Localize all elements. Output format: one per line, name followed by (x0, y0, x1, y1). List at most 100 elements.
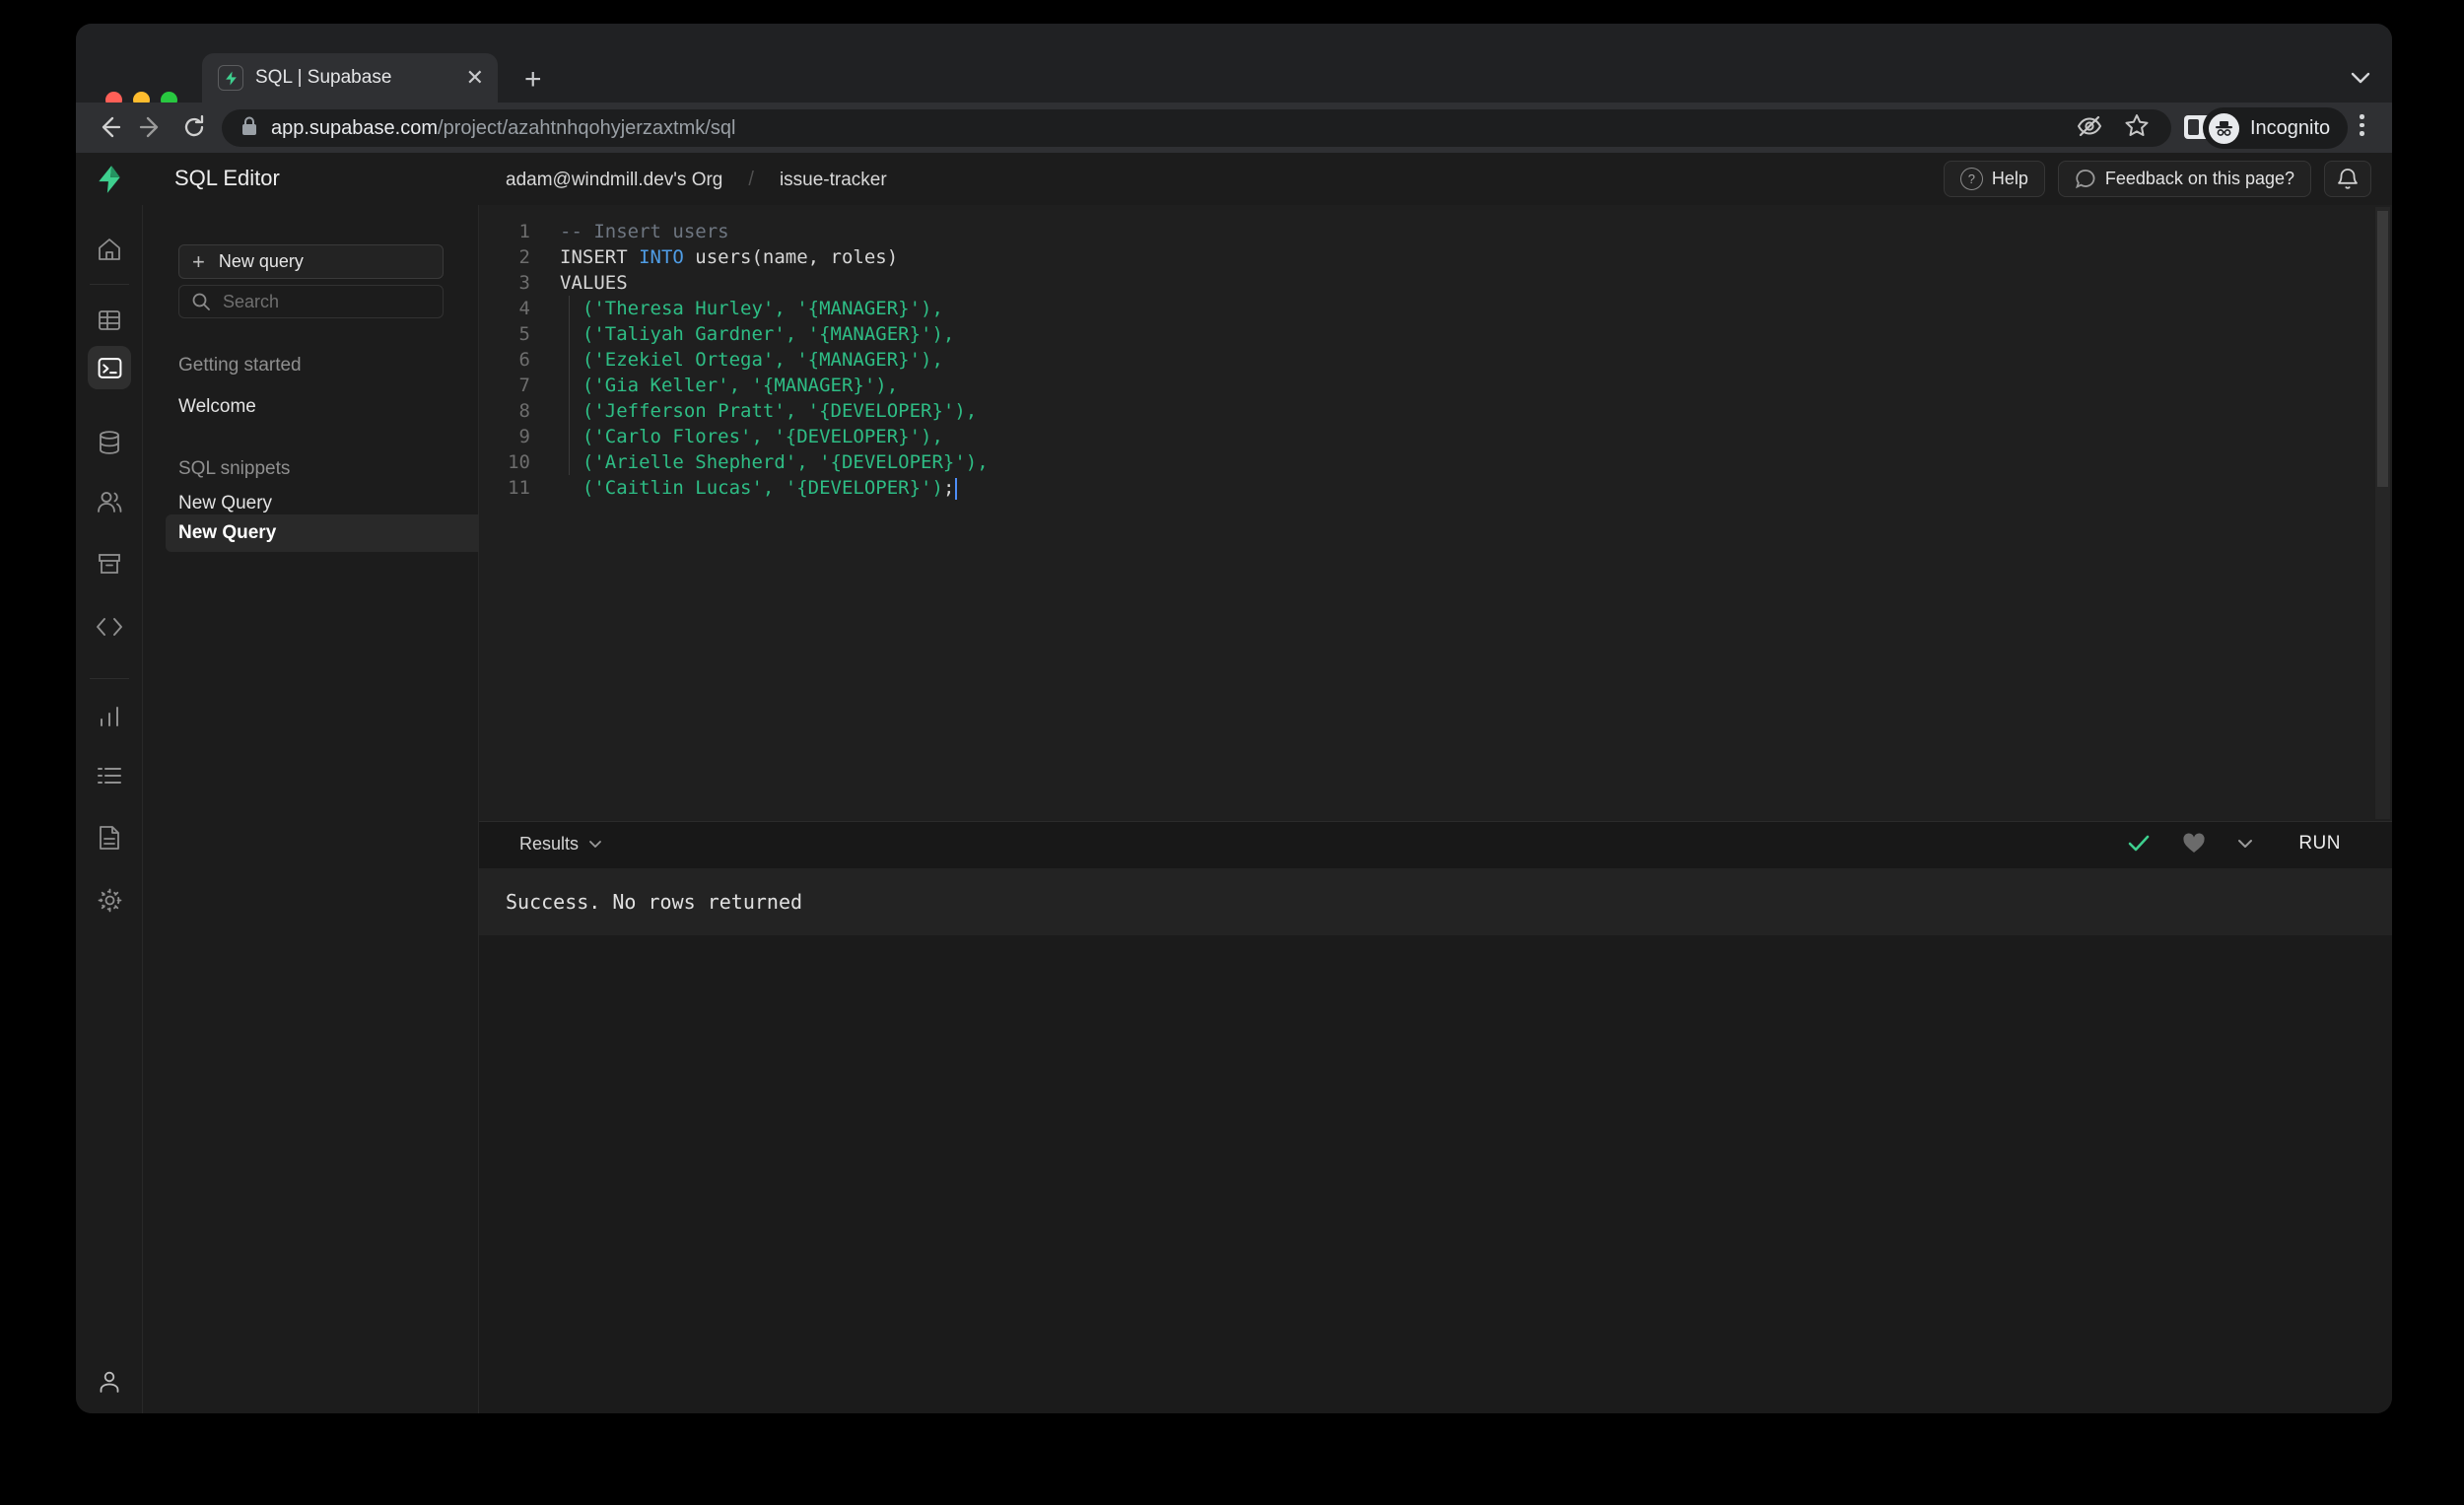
scrollbar-thumb[interactable] (2377, 211, 2388, 487)
sidebar-item-welcome[interactable]: Welcome (178, 396, 256, 418)
chat-bubble-icon (2075, 170, 2095, 189)
sql-editor-icon[interactable] (88, 346, 131, 389)
line-number: 6 (518, 349, 530, 371)
results-dropdown[interactable]: Results (519, 834, 602, 855)
code-text: ('Gia Keller', '{MANAGER}'), (560, 375, 899, 396)
tab-close-icon[interactable]: ✕ (466, 67, 484, 89)
page-title: SQL Editor (174, 166, 280, 190)
line-number: 4 (518, 298, 530, 319)
code-line: 6 ('Ezekiel Ortega', '{MANAGER}'), (479, 347, 2392, 373)
code-text: ('Taliyah Gardner', '{MANAGER}'), (560, 323, 955, 345)
account-icon[interactable] (76, 1358, 143, 1405)
incognito-badge[interactable]: Incognito (2203, 107, 2349, 149)
database-icon[interactable] (76, 419, 143, 466)
success-check-icon (2129, 835, 2150, 852)
code-line: 9 ('Carlo Flores', '{DEVELOPER}'), (479, 424, 2392, 449)
browser-menu-icon[interactable] (2360, 114, 2364, 136)
help-label: Help (1991, 169, 2028, 188)
sidebar-item-new-query[interactable]: New Query (178, 493, 272, 514)
line-number: 8 (518, 400, 530, 422)
code-line: 10 ('Arielle Shepherd', '{DEVELOPER}'), (479, 449, 2392, 475)
line-number: 1 (518, 221, 530, 242)
api-docs-icon[interactable] (76, 814, 143, 861)
rail-divider (90, 284, 129, 285)
edge-functions-icon[interactable] (76, 603, 143, 650)
results-toolbar: Results RUN (479, 821, 2392, 869)
breadcrumb: adam@windmill.dev's Org / issue-tracker (506, 169, 887, 191)
breadcrumb-separator: / (748, 169, 754, 190)
results-label: Results (519, 834, 580, 854)
favorite-heart-icon[interactable] (2182, 833, 2206, 855)
code-text: VALUES (560, 272, 628, 294)
code-text: -- Insert users (560, 221, 729, 242)
reload-icon[interactable] (180, 113, 208, 146)
search-input[interactable] (221, 290, 412, 313)
bookmark-star-icon[interactable] (2124, 113, 2150, 143)
table-editor-icon[interactable] (76, 297, 143, 344)
code-line: 4 ('Theresa Hurley', '{MANAGER}'), (479, 296, 2392, 321)
code-line: 7 ('Gia Keller', '{MANAGER}'), (479, 373, 2392, 398)
results-empty-area (479, 935, 2392, 1413)
query-sidebar: + New query Getting started Welcome SQL … (143, 205, 523, 1413)
feedback-button[interactable]: Feedback on this page? (2057, 161, 2311, 197)
code-lines: 1 -- Insert users 2 INSERT INTO users(name,… (479, 219, 2392, 501)
forward-icon[interactable] (137, 113, 165, 146)
line-number: 10 (508, 451, 530, 473)
browser-tab[interactable]: SQL | Supabase ✕ (202, 53, 498, 103)
sql-code-editor[interactable]: 1 -- Insert users 2 INSERT INTO users(name,… (479, 205, 2392, 821)
status-message: Success. No rows returned (506, 890, 803, 914)
code-line: 5 ('Taliyah Gardner', '{MANAGER}'), (479, 321, 2392, 347)
search-icon (192, 293, 210, 310)
new-query-label: New query (218, 251, 304, 271)
tab-search-chevron-icon[interactable] (2351, 71, 2370, 89)
home-icon[interactable] (76, 226, 143, 273)
line-number: 9 (518, 426, 530, 447)
storage-icon[interactable] (76, 540, 143, 587)
code-line: 1 -- Insert users (479, 219, 2392, 244)
line-number: 3 (518, 272, 530, 294)
supabase-favicon (218, 65, 243, 91)
back-icon[interactable] (96, 113, 123, 146)
section-heading-sql-snippets: SQL snippets (178, 458, 291, 479)
code-text: ('Jefferson Pratt', '{DEVELOPER}'), (560, 400, 978, 422)
notifications-button[interactable] (2324, 161, 2371, 197)
line-number: 7 (518, 375, 530, 396)
code-text: INSERT INTO users(name, roles) (560, 246, 899, 268)
line-number: 11 (508, 477, 530, 499)
run-options-chevron-icon[interactable] (2237, 839, 2253, 849)
incognito-label: Incognito (2250, 116, 2331, 139)
chevron-down-icon (589, 841, 601, 848)
feedback-label: Feedback on this page? (2104, 169, 2294, 188)
code-text: ('Carlo Flores', '{DEVELOPER}'), (560, 426, 943, 447)
code-line: 11 ('Caitlin Lucas', '{DEVELOPER}'); (479, 475, 2392, 501)
section-heading-getting-started: Getting started (178, 355, 302, 376)
text-cursor (955, 477, 958, 500)
incognito-avatar-icon (2209, 112, 2239, 144)
sidebar-item-new-query-selected[interactable]: New Query (166, 514, 523, 552)
supabase-logo-icon[interactable] (76, 153, 143, 205)
browser-toolbar: app.supabase.com/project/azahtnhqohyjerz… (76, 103, 2392, 153)
eye-off-icon[interactable] (2077, 114, 2102, 143)
code-line: 8 ('Jefferson Pratt', '{DEVELOPER}'), (479, 398, 2392, 424)
logs-icon[interactable] (76, 752, 143, 799)
run-button[interactable]: RUN (2298, 833, 2341, 855)
code-line: 3 VALUES (479, 270, 2392, 296)
new-query-button[interactable]: + New query (178, 244, 444, 279)
breadcrumb-org[interactable]: adam@windmill.dev's Org (506, 170, 722, 191)
reports-icon[interactable] (76, 693, 143, 740)
new-tab-button[interactable]: + (524, 65, 542, 95)
url-path: /project/azahtnhqohyjerzaxtmk/sql (438, 116, 736, 139)
address-bar[interactable]: app.supabase.com/project/azahtnhqohyjerz… (222, 109, 2171, 147)
help-button[interactable]: ? Help (1943, 161, 2045, 197)
authentication-icon[interactable] (76, 478, 143, 525)
lock-icon (241, 116, 257, 141)
results-status-panel: Success. No rows returned (479, 868, 2392, 935)
editor-scrollbar[interactable] (2375, 207, 2390, 819)
breadcrumb-project[interactable]: issue-tracker (780, 170, 887, 191)
search-box[interactable] (178, 285, 444, 318)
code-text: ('Theresa Hurley', '{MANAGER}'), (560, 298, 943, 319)
browser-window: SQL | Supabase ✕ + app.supabase.com/proj… (76, 24, 2392, 1413)
settings-gear-icon[interactable] (76, 876, 143, 924)
url-host: app.supabase.com (271, 116, 439, 139)
indent-guide (569, 296, 570, 475)
